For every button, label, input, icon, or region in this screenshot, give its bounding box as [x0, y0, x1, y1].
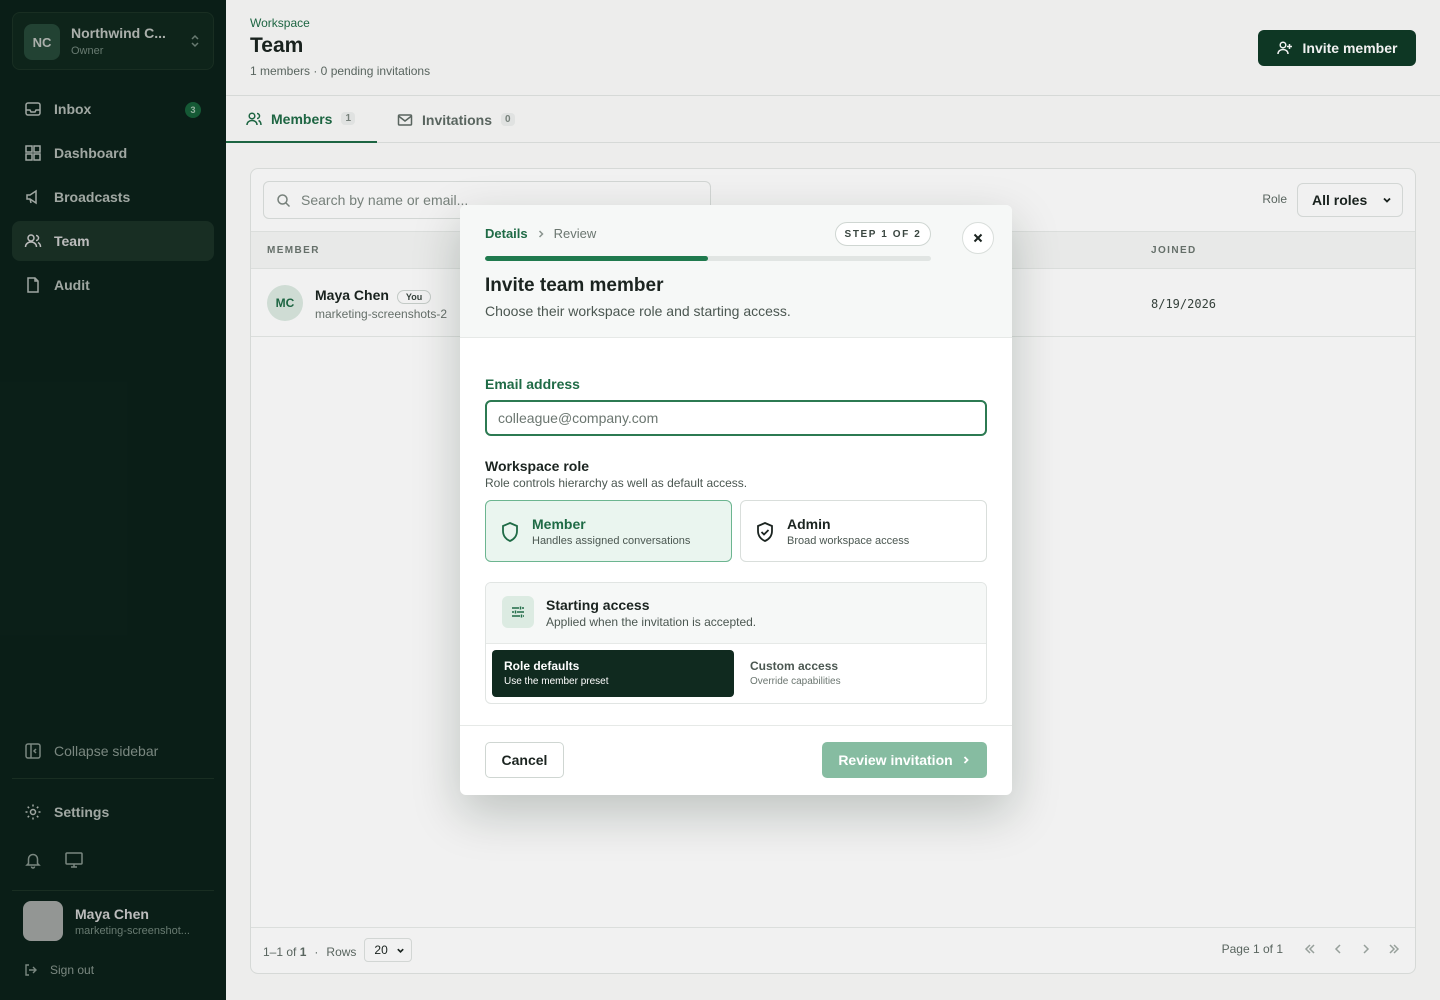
dialog-title: Invite team member	[485, 275, 664, 296]
email-field[interactable]	[485, 400, 987, 436]
close-icon	[973, 233, 983, 243]
chevron-right-icon	[963, 756, 969, 764]
role-option-member[interactable]: Member Handles assigned conversations	[485, 500, 732, 562]
step-badge: STEP 1 OF 2	[835, 222, 931, 246]
role-option-admin[interactable]: Admin Broad workspace access	[740, 500, 987, 562]
sliders-icon	[502, 596, 534, 628]
role-description: Broad workspace access	[787, 535, 910, 547]
sidebar-backdrop	[0, 0, 226, 1000]
dialog-header: Details Review STEP 1 OF 2 Invite team m…	[460, 205, 1012, 338]
dialog-footer: Cancel Review invitation	[460, 725, 1012, 795]
access-option-description: Override capabilities	[750, 676, 841, 687]
step-details: Details	[485, 226, 528, 241]
role-title: Member	[532, 516, 586, 532]
close-button[interactable]	[962, 222, 994, 254]
workspace-role-label: Workspace role	[485, 458, 590, 474]
workspace-role-hint: Role controls hierarchy as well as defau…	[485, 476, 748, 490]
shield-icon	[502, 522, 518, 542]
email-label: Email address	[485, 376, 580, 392]
starting-access-panel: Starting access Applied when the invitat…	[485, 582, 987, 704]
starting-access-header: Starting access Applied when the invitat…	[486, 583, 986, 644]
step-breadcrumb: Details Review	[485, 226, 596, 241]
starting-access-title: Starting access	[546, 597, 650, 613]
chevron-right-icon	[538, 229, 544, 238]
step-progress-fill	[485, 256, 708, 261]
access-option-custom[interactable]: Custom access Override capabilities	[738, 650, 980, 697]
shield-check-icon	[757, 522, 773, 542]
review-invitation-label: Review invitation	[838, 752, 953, 768]
access-option-description: Use the member preset	[504, 676, 609, 687]
review-invitation-button[interactable]: Review invitation	[822, 742, 987, 778]
step-progress-bar	[485, 256, 931, 261]
role-title: Admin	[787, 516, 831, 532]
access-option-title: Role defaults	[504, 659, 580, 673]
role-description: Handles assigned conversations	[532, 535, 691, 547]
cancel-button[interactable]: Cancel	[485, 742, 564, 778]
step-review: Review	[553, 226, 597, 241]
dialog-subtitle: Choose their workspace role and starting…	[485, 303, 791, 319]
starting-access-subtitle: Applied when the invitation is accepted.	[546, 615, 757, 629]
access-option-role-defaults[interactable]: Role defaults Use the member preset	[492, 650, 734, 697]
invite-member-dialog: Details Review STEP 1 OF 2 Invite team m…	[460, 205, 1012, 795]
access-option-title: Custom access	[750, 659, 839, 673]
